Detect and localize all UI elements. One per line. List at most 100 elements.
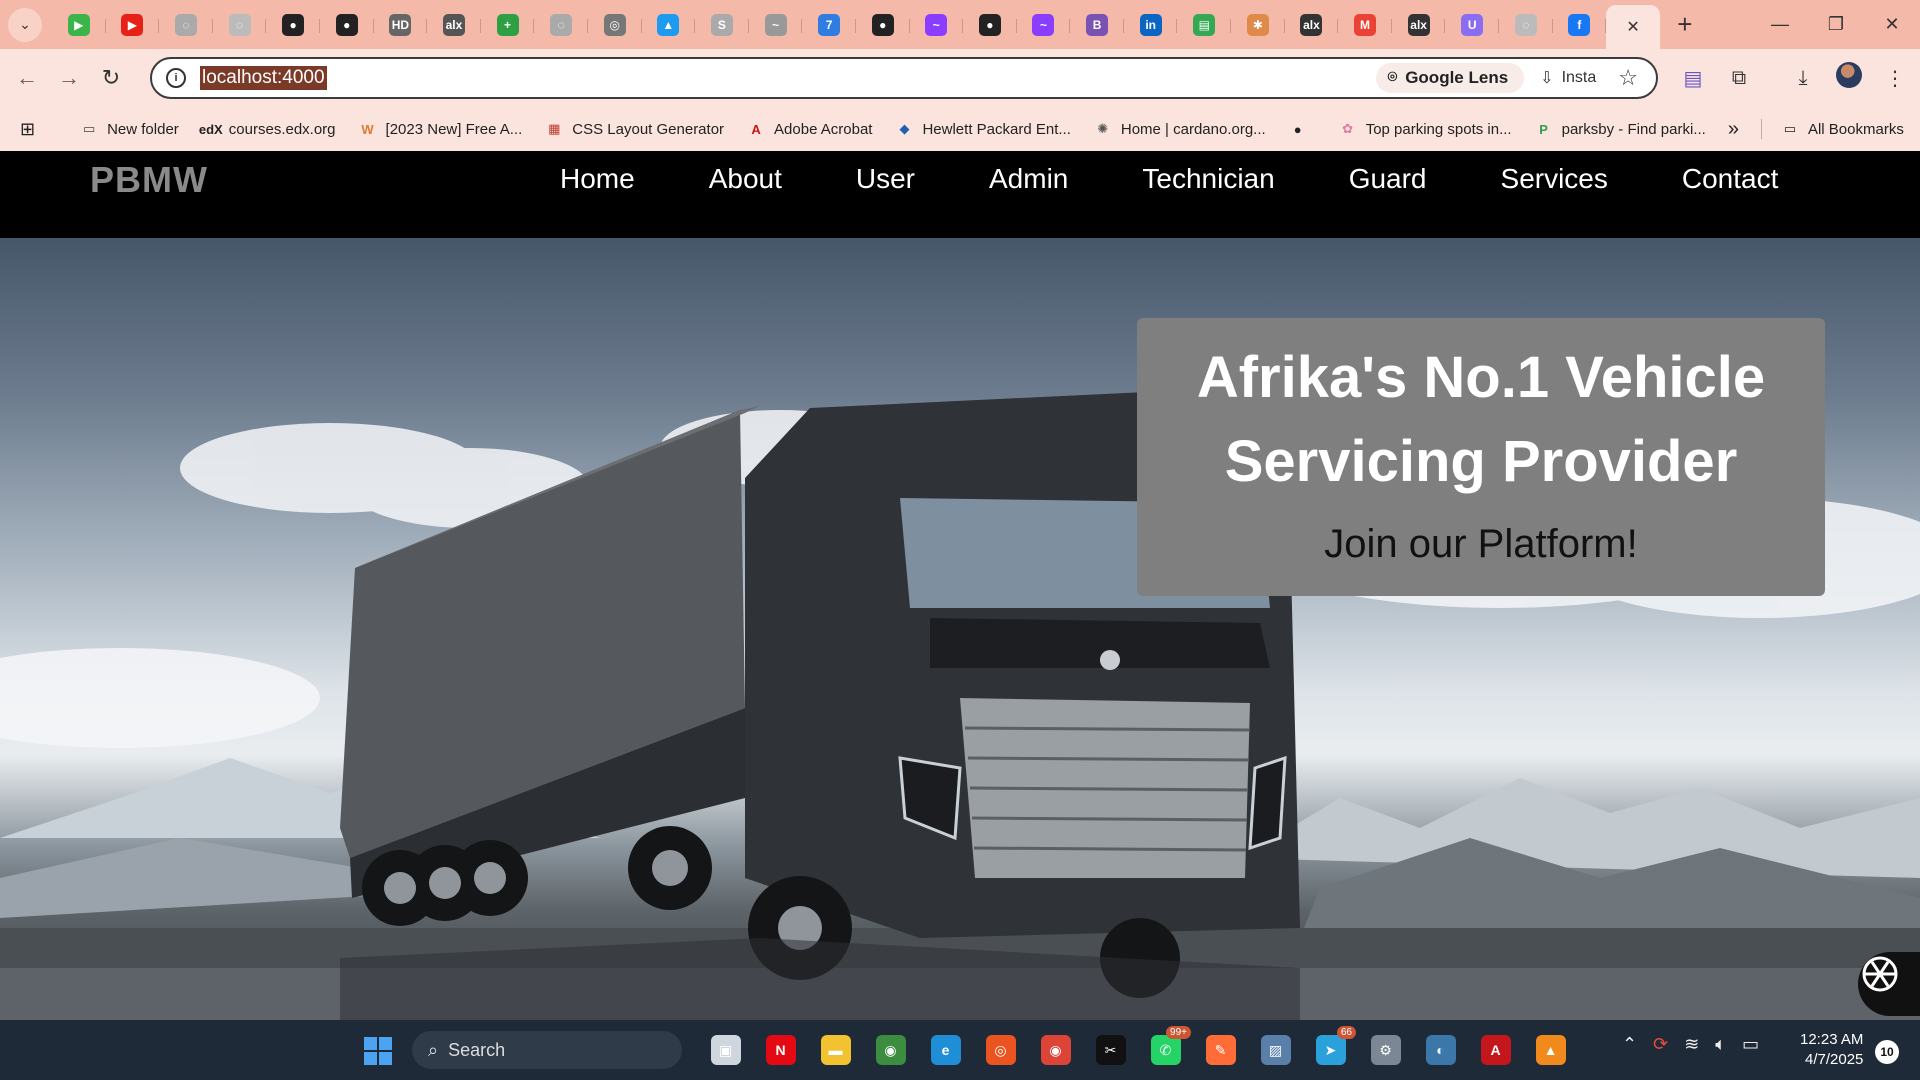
close-window-icon[interactable]: ✕ <box>1864 14 1920 35</box>
browser-tab[interactable]: ~ <box>749 7 803 43</box>
bookmark-item[interactable]: A Adobe Acrobat <box>746 120 872 138</box>
browser-tab[interactable]: ● <box>320 7 374 43</box>
browser-tab[interactable]: ~ <box>1017 7 1071 43</box>
browser-tab[interactable]: alx <box>1285 7 1339 43</box>
browser-tab[interactable]: f <box>1553 7 1607 43</box>
taskbar-app[interactable]: ⚙ <box>1358 1030 1413 1070</box>
browser-tab[interactable]: alx <box>1392 7 1446 43</box>
browser-tab[interactable]: 7 <box>802 7 856 43</box>
google-lens-button[interactable]: ⌾ Google Lens <box>1375 63 1525 93</box>
taskbar-app[interactable]: e <box>918 1030 973 1070</box>
browser-tab[interactable]: M <box>1338 7 1392 43</box>
taskbar-search[interactable]: ⌕ Search <box>412 1031 682 1069</box>
apps-grid-icon[interactable]: ⊞ <box>20 119 35 140</box>
taskbar-app[interactable]: N <box>753 1030 808 1070</box>
new-tab-button[interactable]: + <box>1670 9 1700 40</box>
taskbar-app[interactable]: ◐ <box>1413 1030 1468 1070</box>
browser-tab[interactable]: ~ <box>910 7 964 43</box>
address-bar[interactable]: i localhost:4000 ⌾ Google Lens ⇩ Insta ☆ <box>150 57 1658 99</box>
reading-list-icon[interactable]: ▤ <box>1670 66 1716 91</box>
browser-tab[interactable]: ▤ <box>1177 7 1231 43</box>
taskbar-app[interactable]: ✆ 99+ <box>1138 1026 1193 1070</box>
taskbar-clock[interactable]: 12:23 AM 4/7/2025 <box>1800 1030 1863 1070</box>
url-text[interactable]: localhost:4000 <box>200 66 327 90</box>
browser-tab[interactable]: ✱ <box>1231 7 1285 43</box>
browser-tab[interactable]: ● <box>856 7 910 43</box>
browser-tab[interactable]: U <box>1445 7 1499 43</box>
insta-button[interactable]: ⇩ Insta <box>1540 68 1596 88</box>
browser-tab[interactable]: ◌ <box>534 7 588 43</box>
bookmark-item[interactable]: ✺ Home | cardano.org... <box>1093 120 1265 138</box>
site-logo[interactable]: PBMW <box>90 159 208 201</box>
nav-link-contact[interactable]: Contact <box>1682 163 1779 195</box>
download-icon[interactable]: ⤓ <box>1780 67 1826 90</box>
bookmark-item[interactable]: edX courses.edx.org <box>199 120 336 138</box>
more-menu-icon[interactable]: ⋮ <box>1872 66 1918 91</box>
hero-subtitle[interactable]: Join our Platform! <box>1137 522 1825 567</box>
volume-icon[interactable]: 🔈︎ <box>1715 1034 1726 1055</box>
minimize-icon[interactable]: — <box>1752 14 1808 35</box>
browser-tab[interactable]: ▶ <box>52 7 106 43</box>
taskbar-app[interactable]: ▬ <box>808 1030 863 1070</box>
taskbar-app[interactable]: ✎ <box>1193 1030 1248 1070</box>
chat-widget-button[interactable] <box>1858 952 1920 1016</box>
taskbar-app[interactable]: ◎ <box>973 1030 1028 1070</box>
bookmark-item[interactable]: ◆ Hewlett Packard Ent... <box>894 120 1070 138</box>
taskbar-app[interactable]: ➤ 66 <box>1303 1026 1358 1070</box>
browser-tab[interactable]: S <box>695 7 749 43</box>
bookmark-star-icon[interactable]: ☆ <box>1618 65 1638 91</box>
browser-tab[interactable]: ● <box>266 7 320 43</box>
taskbar-app[interactable]: ▣ <box>698 1030 753 1070</box>
taskbar-app[interactable]: ◉ <box>863 1030 918 1070</box>
browser-tab[interactable]: ◌ <box>159 7 213 43</box>
taskbar-app[interactable]: A <box>1468 1030 1523 1070</box>
windows-start-icon[interactable] <box>364 1037 392 1065</box>
nav-link-about[interactable]: About <box>709 163 782 195</box>
browser-tab[interactable]: ▲ <box>642 7 696 43</box>
browser-tab[interactable]: + <box>481 7 535 43</box>
nav-link-services[interactable]: Services <box>1501 163 1608 195</box>
reload-icon[interactable]: ↻ <box>90 65 132 91</box>
bookmark-item[interactable]: Pparksby - Find parki... <box>1534 120 1706 138</box>
browser-tab[interactable]: ▶ <box>106 7 160 43</box>
browser-tab[interactable]: ◎ <box>588 7 642 43</box>
browser-tab[interactable]: alx <box>427 7 481 43</box>
tab-search-dropdown[interactable]: ⌄ <box>8 7 42 42</box>
taskbar-app[interactable]: ✂ <box>1083 1030 1138 1070</box>
nav-link-home[interactable]: Home <box>560 163 635 195</box>
back-icon[interactable]: ← <box>6 65 48 91</box>
browser-tab[interactable]: HD <box>374 7 428 43</box>
battery-icon[interactable]: ▭ <box>1742 1034 1759 1055</box>
taskbar-app[interactable]: ◉ <box>1028 1030 1083 1070</box>
bookmark-item[interactable]: W [2023 New] Free A... <box>358 120 522 138</box>
forward-icon[interactable]: → <box>48 65 90 91</box>
site-info-icon[interactable]: i <box>166 68 186 88</box>
taskbar-app[interactable]: ▲ <box>1523 1030 1578 1070</box>
nav-link-guard[interactable]: Guard <box>1349 163 1427 195</box>
bookmark-item[interactable]: ✿ Top parking spots in... <box>1338 120 1511 138</box>
bookmark-item[interactable]: ▭ New folder <box>79 120 179 138</box>
profile-avatar[interactable] <box>1826 62 1872 94</box>
taskbar-app[interactable]: ▨ <box>1248 1030 1303 1070</box>
bookmark-item[interactable]: ● <box>1288 120 1316 138</box>
extensions-icon[interactable]: ⧉ <box>1716 67 1762 90</box>
nav-link-admin[interactable]: Admin <box>989 163 1068 195</box>
all-bookmarks-button[interactable]: ▭ All Bookmarks <box>1780 120 1904 138</box>
browser-tab[interactable]: B <box>1070 7 1124 43</box>
bookmark-item[interactable]: ▦ CSS Layout Generator <box>544 120 724 138</box>
active-tab[interactable]: ✕ <box>1606 5 1660 49</box>
notification-badge[interactable]: 10 <box>1875 1040 1899 1064</box>
browser-tab[interactable]: in <box>1124 7 1178 43</box>
wifi-icon[interactable]: ≋ <box>1684 1034 1699 1055</box>
more-bookmarks-icon[interactable]: » <box>1728 118 1739 141</box>
browser-tab[interactable]: ◌ <box>213 7 267 43</box>
browser-tab[interactable]: ● <box>963 7 1017 43</box>
close-tab-icon[interactable]: ✕ <box>1626 17 1639 37</box>
nav-link-technician[interactable]: Technician <box>1142 163 1274 195</box>
sync-icon[interactable]: ⟳ <box>1653 1034 1668 1055</box>
nav-link-user[interactable]: User <box>856 163 915 195</box>
browser-tab[interactable]: ◌ <box>1499 7 1553 43</box>
restore-icon[interactable]: ❐ <box>1808 14 1864 35</box>
capcut-icon: ✂ <box>1095 1035 1126 1065</box>
chevron-up-icon[interactable]: ⌃ <box>1622 1034 1637 1055</box>
